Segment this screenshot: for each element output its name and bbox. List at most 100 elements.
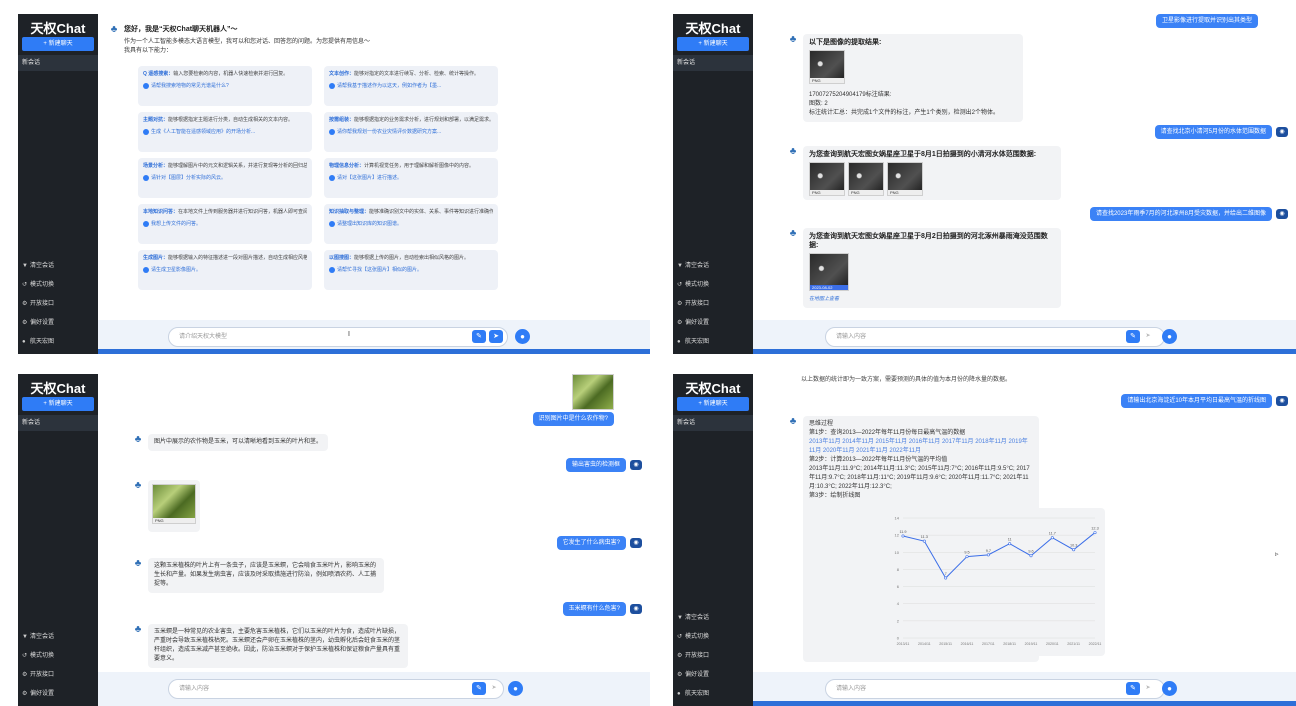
card-example-link[interactable]: 我想上传文件的问答。 xyxy=(143,220,307,228)
sidebar-item-clear[interactable]: ▼ 清空会话 xyxy=(18,257,98,276)
card-example-link[interactable]: 请生成卫星影像图片。 xyxy=(143,266,307,274)
send-button-disabled[interactable]: ➤ xyxy=(1145,331,1151,341)
step-1-links[interactable]: 2013年11月 2014年11月 2015年11月 2016年11月 2017… xyxy=(809,438,1033,456)
trash-icon: ▼ xyxy=(22,634,28,640)
card-example-link[interactable]: 请帮忙寻找【这张图片】相似的图片。 xyxy=(329,266,493,274)
edit-button[interactable]: ✎ xyxy=(1126,330,1140,343)
card-link-text: 请帮我搜索地物的常见光谱是什么? xyxy=(151,83,229,89)
sidebar-item-mode[interactable]: ↺ 模式切换 xyxy=(673,276,753,295)
card-description: Q 遥感搜索：输入您要检索的内容，机器人快速检索并进行回复。 xyxy=(143,70,307,78)
capability-card[interactable]: 场景分析：能够理解图片中的元文和逻辑关系，并进行复现等分析的回归总结论。请针对【… xyxy=(138,158,312,198)
session-item[interactable]: 新会话 xyxy=(673,55,753,71)
send-button[interactable]: ➤ xyxy=(489,330,503,343)
new-chat-button[interactable]: + 新建聊天 xyxy=(677,37,749,51)
sidebar-item-api[interactable]: ⚙ 开放接口 xyxy=(673,647,753,666)
water-thumbnail[interactable]: PNG xyxy=(809,162,845,196)
sidebar-item-mode[interactable]: ↺ 模式切换 xyxy=(18,647,98,666)
card-title: 知识抽取与整理： xyxy=(329,209,370,215)
bot-avatar-icon: ♣ xyxy=(789,228,797,239)
settings-circle-button[interactable]: ● xyxy=(515,329,530,344)
sidebar-item-settings[interactable]: ⚙ 偏好设置 xyxy=(18,685,98,704)
send-button-disabled[interactable]: ➤ xyxy=(1145,683,1151,693)
chat-input[interactable]: 请输入内容 xyxy=(825,327,1165,347)
chat-main: 卫星影像进行提取并识别出其类型 ♣ 以下是图像的提取结果: PNG 170072… xyxy=(753,14,1296,354)
new-chat-button[interactable]: + 新建聊天 xyxy=(22,37,94,51)
edit-button[interactable]: ✎ xyxy=(472,330,486,343)
sidebar-item-mode[interactable]: ↺ 模式切换 xyxy=(673,628,753,647)
settings-circle-button[interactable]: ● xyxy=(1162,681,1177,696)
sidebar-item-user[interactable]: ● 航天宏图 xyxy=(673,685,753,704)
sidebar-item-settings[interactable]: ⚙ 偏好设置 xyxy=(673,314,753,333)
card-example-link[interactable]: 请帮我基于描述作为以这天，例如作者为【墨... xyxy=(329,82,493,90)
capability-card[interactable]: 以图搜图：能够根据上传的图片，自动检索出相似风格的图片。 请帮忙寻找【这张图片】相… xyxy=(324,250,498,290)
sidebar-item-label: 开放接口 xyxy=(685,653,710,659)
card-text: 计算机视觉任务，用于理解和解析图像中的内容。 xyxy=(364,163,475,169)
sidebar-item-api[interactable]: ⚙ 开放接口 xyxy=(18,666,98,685)
card-text: 能够根据指定主题进行分类，自动生成相关的文本内容。 xyxy=(168,117,294,123)
corn-leaf-image[interactable] xyxy=(572,374,614,410)
satellite-thumbnail[interactable]: PNG xyxy=(809,50,845,84)
card-example-link[interactable]: 请帮我搜索地物的常见光谱是什么? xyxy=(143,82,307,90)
detection-image[interactable]: PNG xyxy=(152,484,196,524)
mouse-cursor-icon: ▹ xyxy=(1275,551,1279,558)
user-message: 卫星影像进行提取并识别出其类型 xyxy=(1155,14,1258,28)
new-chat-button[interactable]: + 新建聊天 xyxy=(22,397,94,411)
bot-message: ♣ 为您查询到航天宏图女娲星座卫星于8月2日拍摄到的河北涿州暴雨淹没范围数据: … xyxy=(787,228,1061,308)
capability-card[interactable]: 按需组装：能够根据指定的业务需求分析，进行规划和部署，以满足需求。 请你帮我规划一… xyxy=(324,112,498,152)
sidebar-item-user[interactable]: ● 航天宏图 xyxy=(18,333,98,352)
sidebar-item-clear[interactable]: ▼ 清空会话 xyxy=(18,628,98,647)
card-example-link[interactable]: 请你帮我规划一份农业灾情评价数据研究方案... xyxy=(329,128,493,136)
input-bar: 请输入内容 ✎ ➤ ● xyxy=(98,672,650,706)
sidebar-item-user[interactable]: ● 航天宏图 xyxy=(673,333,753,352)
sidebar-item-api[interactable]: ⚙ 开放接口 xyxy=(18,295,98,314)
capability-card[interactable]: Q 遥感搜索：输入您要检索的内容，机器人快速检索并进行回复。请帮我搜索地物的常见… xyxy=(138,66,312,106)
y-tick-label: 2 xyxy=(897,618,900,623)
sidebar-item-api[interactable]: ⚙ 开放接口 xyxy=(673,295,753,314)
bot-message: ♣ 玉米螟是一种常见的农业害虫，主要危害玉米植株，它们以玉米的叶片为食，造成叶片… xyxy=(132,624,408,668)
card-example-link[interactable]: 请对【这张图片】进行描述。 xyxy=(329,174,493,182)
chat-input[interactable]: 请输入内容 xyxy=(168,679,504,699)
sidebar-item-settings[interactable]: ⚙ 偏好设置 xyxy=(18,314,98,333)
new-chat-button[interactable]: + 新建聊天 xyxy=(677,397,749,411)
edit-button[interactable]: ✎ xyxy=(1126,682,1140,695)
settings-circle-button[interactable]: ● xyxy=(508,681,523,696)
sidebar-item-settings[interactable]: ⚙ 偏好设置 xyxy=(673,666,753,685)
sidebar-item-clear[interactable]: ▼ 清空会话 xyxy=(673,609,753,628)
session-item[interactable]: 新会话 xyxy=(18,415,98,431)
card-example-link[interactable]: 请针对【图层】分析实际的风云。 xyxy=(143,174,307,182)
capability-card[interactable]: 生成图片：能够根据输入的特征描述进一段对图片描述，自动生成相应风格图片的内容。请… xyxy=(138,250,312,290)
y-tick-label: 6 xyxy=(897,584,900,589)
sidebar-item-mode[interactable]: ↺ 模式切换 xyxy=(18,276,98,295)
intro-text: 作为一个人工智能多模态大语言模型，我可以和您对话、回答您的问题。为您提供有用信息… xyxy=(124,39,371,45)
card-example-link[interactable]: 请整理出知识库的知识图谱。 xyxy=(329,220,493,228)
switch-icon: ↺ xyxy=(22,653,28,659)
sidebar-item-label: 清空会话 xyxy=(30,263,55,269)
card-link-text: 请生成卫星影像图片。 xyxy=(151,267,202,273)
chat-input[interactable]: 请输入内容 xyxy=(825,679,1165,699)
text-cursor: I xyxy=(348,331,350,338)
card-example-link[interactable]: 生成《人工智能在遥感领域应用》的开场分析... xyxy=(143,128,307,136)
capability-card[interactable]: 主题对抗：能够根据指定主题进行分类，自动生成相关的文本内容。 生成《人工智能在遥感… xyxy=(138,112,312,152)
capability-card[interactable]: 物理信息分析：计算机视觉任务，用于理解和解析图像中的内容。 请对【这张图片】进行描… xyxy=(324,158,498,198)
settings-circle-button[interactable]: ● xyxy=(1162,329,1177,344)
sidebar-item-clear[interactable]: ▼ 清空会话 xyxy=(673,257,753,276)
send-button-disabled[interactable]: ➤ xyxy=(491,683,497,693)
sidebar-item-label: 清空会话 xyxy=(685,263,710,269)
user-bubble: 玉米螟有什么危害? xyxy=(562,602,626,616)
arrow-icon xyxy=(329,174,335,181)
capability-card[interactable]: 文本创作：能够对指定的文本进行续写、分析、检索、统计等操作。 请帮我基于描述作为以… xyxy=(324,66,498,106)
water-thumbnail[interactable]: PNG xyxy=(848,162,884,196)
data-point xyxy=(922,539,926,543)
session-item[interactable]: 新会话 xyxy=(673,415,753,431)
capability-card[interactable]: 本地知识问答：在本地文件上传到服务器并进行知识问答，机器人即可查阅文档中的知识进… xyxy=(138,204,312,244)
user-avatar-icon: ◉ xyxy=(1276,396,1288,406)
sidebar-item-label: 模式切换 xyxy=(30,282,55,288)
session-item[interactable]: 新会话 xyxy=(18,55,98,71)
capability-card[interactable]: 知识抽取与整理：能够准确识别文中的实体、关系、事件等知识进行准确作答以及生成的结… xyxy=(324,204,498,244)
view-on-map-link[interactable]: 在地图上查看 xyxy=(809,295,1055,304)
chat-input[interactable]: 请介绍天权大模型 xyxy=(168,327,508,347)
sidebar-item-label: 偏好设置 xyxy=(685,320,710,326)
water-thumbnail[interactable]: PNG xyxy=(887,162,923,196)
flood-thumbnail[interactable]: 2023-08-02 xyxy=(809,253,849,291)
edit-button[interactable]: ✎ xyxy=(472,682,486,695)
